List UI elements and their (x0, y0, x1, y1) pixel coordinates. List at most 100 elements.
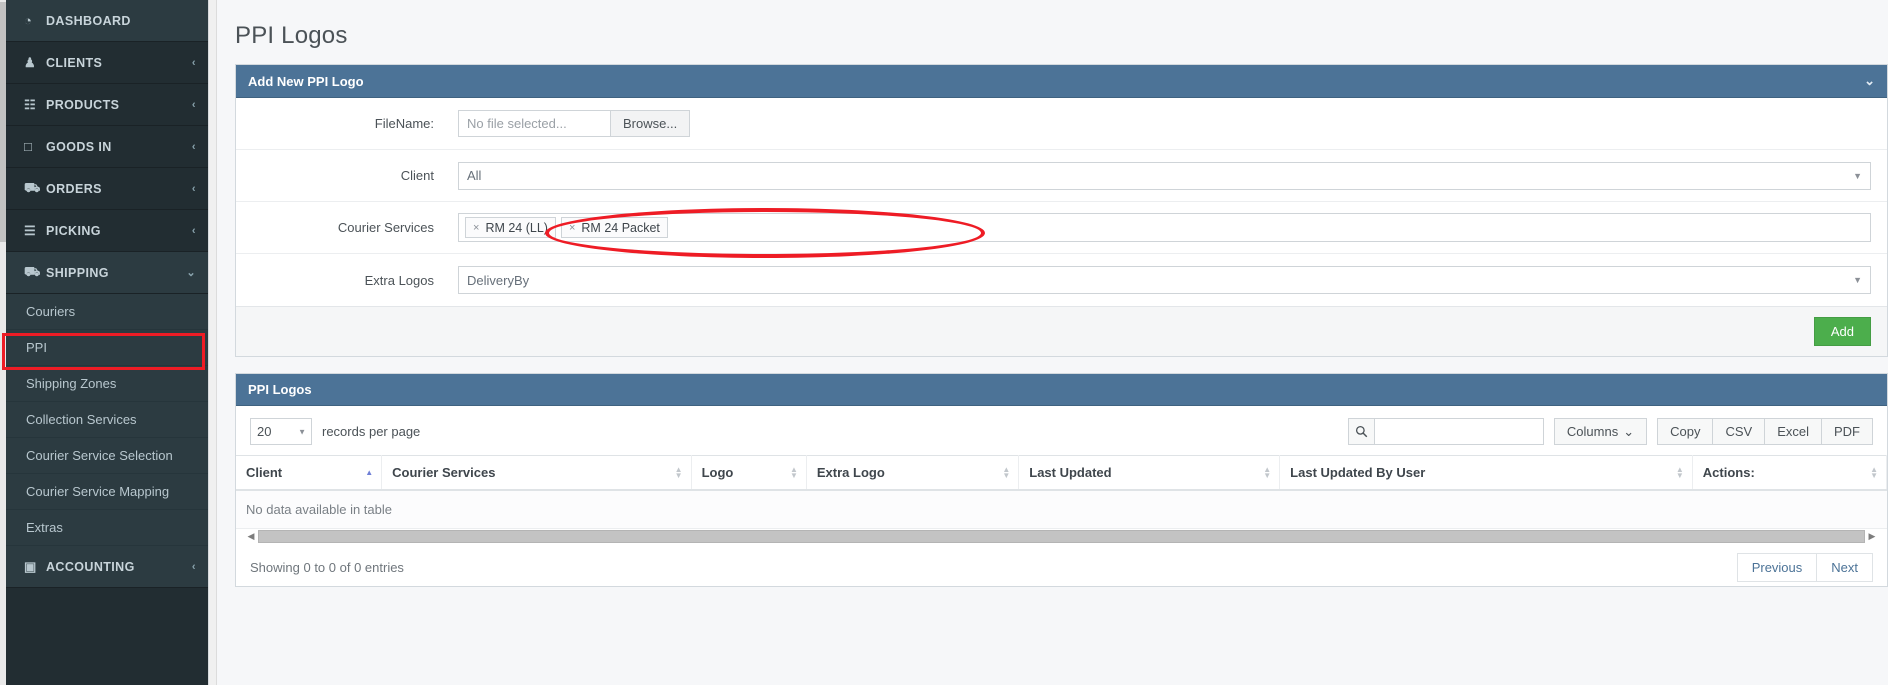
courier-services-field[interactable]: × RM 24 (LL) × RM 24 Packet (458, 213, 1871, 242)
client-select[interactable]: All ▼ (458, 161, 1871, 190)
records-per-page-label: records per page (322, 424, 421, 439)
content-left-rail (209, 0, 217, 685)
pagination-next[interactable]: Next (1816, 553, 1873, 582)
chevron-down-icon: ⌄ (1623, 423, 1635, 439)
page-title: PPI Logos (235, 22, 348, 49)
sidebar-item-courier-service-selection[interactable]: Courier Service Selection (6, 438, 208, 474)
sidebar-item-products[interactable]: ☷ PRODUCTS ‹ (6, 84, 208, 126)
table-empty-row: No data available in table (236, 490, 1887, 529)
main-content: PPI Logos Add New PPI Logo ⌄ FileName: N… (208, 0, 1888, 685)
inbox-icon: □ (24, 139, 33, 154)
form-row-filename: FileName: No file selected... Browse... (236, 98, 1887, 150)
column-header-last-updated[interactable]: Last Updated ▲ ▼ (1018, 455, 1281, 491)
table-panel-title: PPI Logos (248, 382, 312, 397)
browse-button[interactable]: Browse... (610, 110, 691, 137)
records-per-page-value: 20 (257, 424, 272, 439)
chevron-icon: ‹ (191, 560, 196, 573)
courier-services-label: Courier Services (337, 220, 434, 235)
table-scrollbar-thumb[interactable] (258, 529, 1865, 543)
column-header-client[interactable]: Client ▲ (236, 455, 383, 491)
remove-tag-icon[interactable]: × (473, 222, 479, 234)
chevron-icon: ‹ (191, 182, 196, 195)
sidebar-item-label: DASHBOARD (46, 13, 131, 28)
sort-indicator-icon: ▲ ▼ (674, 464, 683, 480)
courier-service-tag[interactable]: × RM 24 (LL) (465, 217, 556, 238)
dashboard-icon: ◔ (24, 13, 33, 28)
sidebar-subitem-label: PPI (26, 340, 47, 355)
add-button[interactable]: Add (1813, 317, 1871, 346)
add-ppi-logo-panel: Add New PPI Logo ⌄ FileName: No file sel… (235, 64, 1888, 357)
extra-logos-select[interactable]: DeliveryBy ▼ (458, 266, 1871, 294)
column-header-label: Last Updated By User (1290, 465, 1426, 480)
column-header-courier-services[interactable]: Courier Services ▲ ▼ (381, 455, 692, 491)
sidebar-item-ppi[interactable]: PPI (6, 330, 208, 366)
sidebar-item-clients[interactable]: ♟ CLIENTS ‹ (6, 42, 208, 84)
export-copy-button[interactable]: Copy (1657, 418, 1713, 445)
sidebar-item-label: CLIENTS (46, 55, 103, 70)
scroll-left-icon[interactable]: ◀ (246, 531, 256, 542)
sidebar-item-collection-services[interactable]: Collection Services (6, 402, 208, 438)
export-pdf-button[interactable]: PDF (1821, 418, 1873, 445)
add-panel-body: FileName: No file selected... Browse... … (236, 98, 1887, 306)
chevron-down-icon: ▼ (1853, 275, 1862, 285)
table-horizontal-scrollbar[interactable]: ◀ ▶ (246, 529, 1877, 543)
sidebar-subitem-label: Couriers (26, 304, 76, 319)
pagination-previous[interactable]: Previous (1736, 553, 1817, 582)
file-input-group: No file selected... Browse... (458, 110, 691, 137)
client-label: Client (400, 168, 434, 183)
search-group (1347, 418, 1544, 445)
sidebar-item-courier-service-mapping[interactable]: Courier Service Mapping (6, 474, 208, 510)
remove-tag-icon[interactable]: × (569, 222, 575, 234)
sidebar-item-picking[interactable]: ☰ PICKING ‹ (6, 210, 208, 252)
chevron-icon: ‹ (191, 56, 196, 69)
truck-icon: ⛟ (24, 263, 41, 279)
add-panel-footer: Add (236, 306, 1887, 356)
calculator-icon: ▣ (24, 558, 37, 574)
scroll-right-icon[interactable]: ▶ (1867, 531, 1877, 542)
columns-button[interactable]: Columns ⌄ (1553, 418, 1648, 445)
form-row-extra-logos: Extra Logos DeliveryBy ▼ (236, 254, 1887, 306)
column-header-extra-logo[interactable]: Extra Logo ▲ ▼ (806, 455, 1020, 491)
list-icon: ☰ (24, 222, 37, 238)
sidebar-item-couriers[interactable]: Couriers (6, 294, 208, 330)
export-button-group: Copy CSV Excel PDF (1657, 418, 1873, 445)
sidebar-item-extras[interactable]: Extras (6, 510, 208, 546)
tag-label: RM 24 Packet (581, 220, 660, 235)
column-header-actions[interactable]: Actions: ▲ ▼ (1692, 455, 1888, 491)
chevron-down-icon[interactable]: ⌄ (1864, 73, 1875, 89)
sidebar-item-label: GOODS IN (46, 139, 112, 154)
export-csv-button[interactable]: CSV (1712, 418, 1765, 445)
search-input[interactable] (1373, 418, 1544, 445)
client-select-value: All (467, 168, 482, 183)
sidebar-item-orders[interactable]: ⛟ ORDERS ‹ (6, 168, 208, 210)
chevron-down-icon: ▼ (1853, 170, 1862, 181)
export-excel-button[interactable]: Excel (1764, 418, 1821, 445)
sidebar-item-label: PICKING (46, 223, 101, 238)
entries-info: Showing 0 to 0 of 0 entries (250, 560, 404, 575)
column-header-label: Courier Services (392, 465, 496, 480)
filename-input[interactable]: No file selected... (458, 110, 610, 137)
sidebar-item-shipping-zones[interactable]: Shipping Zones (6, 366, 208, 402)
column-header-label: Actions: (1702, 465, 1755, 480)
ppi-logos-table: Client ▲ Courier Services ▲ ▼ Logo ▲ ▼ Extra Log… (236, 455, 1888, 529)
courier-service-tag[interactable]: × RM 24 Packet (560, 217, 668, 238)
sidebar-item-label: ORDERS (46, 181, 102, 196)
sort-indicator-icon: ▲ (365, 467, 374, 477)
empty-message: No data available in table (236, 490, 1887, 529)
column-header-logo[interactable]: Logo ▲ ▼ (691, 455, 807, 491)
column-header-label: Last Updated (1029, 465, 1112, 480)
columns-button-label: Columns (1566, 424, 1619, 439)
sort-indicator-icon: ▲ ▼ (1263, 464, 1272, 480)
sidebar-item-dashboard[interactable]: ◔ DASHBOARD (6, 0, 208, 42)
column-header-last-updated-by-user[interactable]: Last Updated By User ▲ ▼ (1279, 455, 1693, 491)
client-control: All ▼ (458, 161, 1887, 190)
sidebar-item-goods-in[interactable]: □ GOODS IN ‹ (6, 126, 208, 168)
chevron-icon: ‹ (191, 224, 196, 237)
add-panel-title: Add New PPI Logo (248, 73, 364, 89)
sidebar-item-accounting[interactable]: ▣ ACCOUNTING ‹ (6, 546, 208, 588)
sidebar-item-shipping[interactable]: ⛟ SHIPPING ⌄ (6, 252, 208, 294)
records-per-page-select[interactable]: 20 ▼ (250, 418, 312, 445)
filename-label: FileName: (374, 116, 434, 131)
sidebar-item-label: PRODUCTS (46, 97, 120, 112)
toolbar-right: Columns ⌄ Copy CSV Excel PDF (1347, 418, 1873, 445)
